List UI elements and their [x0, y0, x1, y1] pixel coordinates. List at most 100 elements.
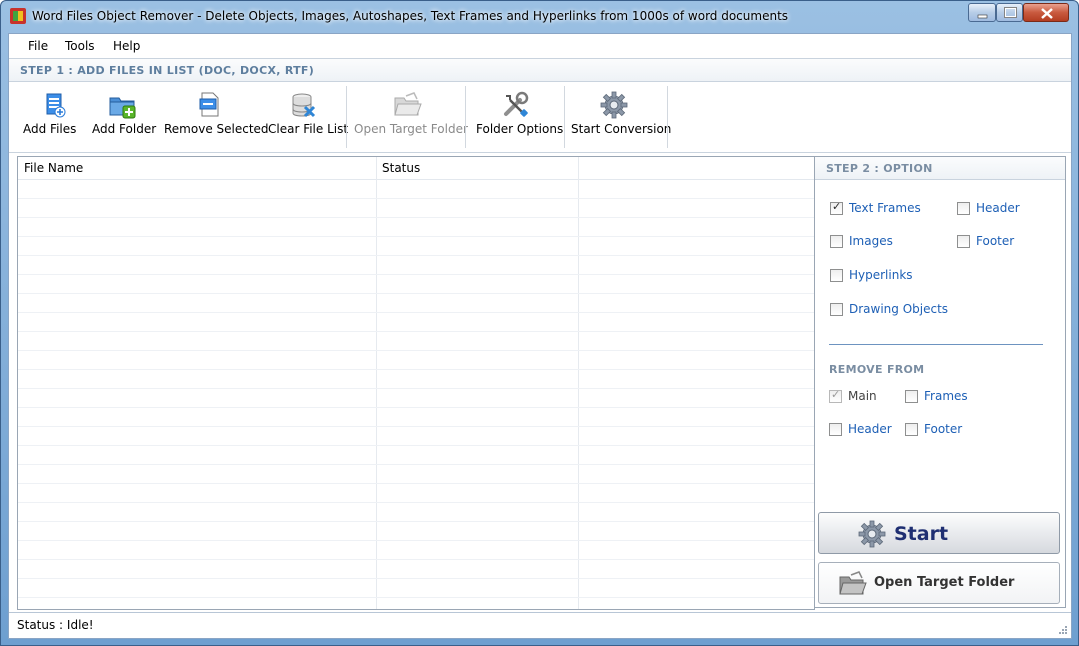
toolbar-separator — [346, 86, 347, 148]
grid-row-line — [18, 350, 814, 351]
start-button[interactable]: Start — [818, 512, 1060, 554]
remove-selected-button[interactable]: Remove Selected — [164, 86, 269, 144]
grid-row-line — [18, 369, 814, 370]
folder-options-label: Folder Options — [476, 122, 564, 136]
grid-row-line — [18, 540, 814, 541]
grid-row-line — [18, 502, 814, 503]
open-target-folder-button[interactable]: Open Target Folder — [354, 86, 468, 144]
grid-row-line — [18, 388, 814, 389]
open-target-folder-action-label: Open Target Folder — [874, 575, 1015, 590]
add-files-label: Add Files — [23, 122, 77, 136]
checkbox-box[interactable] — [905, 390, 918, 403]
menu-tools[interactable]: Tools — [65, 39, 95, 53]
checkbox-box[interactable] — [830, 303, 843, 316]
add-folder-button[interactable]: Add Folder — [92, 86, 157, 144]
add-files-icon — [46, 93, 66, 118]
open-target-folder-action-button[interactable]: Open Target Folder — [818, 562, 1060, 604]
file-list-grid[interactable]: File Name Status — [17, 156, 815, 610]
title-bar[interactable]: Word Files Object Remover - Delete Objec… — [1, 1, 1078, 33]
checkbox-box[interactable] — [957, 235, 970, 248]
checkbox-box[interactable] — [829, 423, 842, 436]
checkbox-label: Main — [848, 389, 877, 403]
toolbar-separator — [465, 86, 466, 148]
checkbox-label: Text Frames — [849, 201, 921, 215]
folder-options-button[interactable]: Folder Options — [476, 86, 563, 144]
resize-grip-icon[interactable] — [1057, 624, 1067, 634]
remove-document-icon — [199, 92, 219, 117]
add-files-button[interactable]: Add Files — [23, 86, 85, 144]
remove-from-label: REMOVE FROM — [829, 363, 925, 376]
grid-row-line — [18, 426, 814, 427]
remove-selected-label: Remove Selected — [164, 122, 269, 136]
toolbar-separator — [564, 86, 565, 148]
checkbox-box[interactable] — [830, 269, 843, 282]
close-icon — [1041, 8, 1053, 19]
folder-add-icon — [109, 97, 136, 119]
checkbox-box[interactable] — [830, 200, 843, 215]
toolbar-separator — [667, 86, 668, 148]
column-divider — [376, 157, 377, 609]
toolbar: Add Files Add Folder Remove Selected Cle… — [9, 82, 1071, 153]
grid-row-line — [18, 293, 814, 294]
maximize-icon — [1004, 7, 1017, 18]
start-conversion-label: Start Conversion — [571, 122, 672, 136]
checkbox-box[interactable] — [829, 388, 842, 403]
checkbox-label: Header — [976, 201, 1020, 215]
step1-label: STEP 1 : ADD FILES IN LIST (DOC, DOCX, R… — [20, 64, 315, 77]
checkbox-label: Footer — [976, 234, 1015, 248]
checkbox-label: Footer — [924, 422, 963, 436]
open-target-folder-label: Open Target Folder — [354, 122, 468, 136]
checkbox-label: Images — [849, 234, 893, 248]
grid-row-line — [18, 331, 814, 332]
grid-row-line — [18, 578, 814, 579]
grid-row-line — [18, 597, 814, 598]
start-conversion-button[interactable]: Start Conversion — [571, 86, 671, 144]
section-divider — [829, 344, 1043, 345]
column-header-file-name[interactable]: File Name — [24, 161, 83, 175]
grid-row-line — [18, 217, 814, 218]
checkbox-label: Hyperlinks — [849, 268, 913, 282]
checkbox-box[interactable] — [905, 423, 918, 436]
step2-label: STEP 2 : OPTION — [826, 162, 933, 175]
window-title: Word Files Object Remover - Delete Objec… — [32, 9, 789, 23]
menu-help[interactable]: Help — [113, 39, 140, 53]
checkbox-box[interactable] — [957, 202, 970, 215]
grid-row-line — [18, 559, 814, 560]
grid-row-line — [18, 445, 814, 446]
grid-header: File Name Status — [18, 157, 814, 180]
clear-file-list-button[interactable]: Clear File List — [268, 86, 348, 144]
grid-row-line — [18, 236, 814, 237]
tools-icon — [504, 91, 529, 117]
gear-icon — [858, 520, 886, 548]
grid-row-line — [18, 274, 814, 275]
app-window: Word Files Object Remover - Delete Objec… — [0, 0, 1079, 646]
close-button[interactable] — [1023, 3, 1069, 22]
grid-row-line — [18, 521, 814, 522]
minimize-button[interactable] — [968, 3, 996, 22]
maximize-button[interactable] — [996, 3, 1023, 22]
checkbox-box[interactable] — [830, 235, 843, 248]
step1-header: STEP 1 : ADD FILES IN LIST (DOC, DOCX, R… — [9, 59, 1071, 82]
gear-icon — [600, 91, 628, 119]
column-divider — [578, 157, 579, 609]
add-folder-label: Add Folder — [92, 122, 157, 136]
status-bar: Status : Idle! — [9, 612, 1071, 637]
menu-file[interactable]: File — [28, 39, 48, 53]
checkbox-label: Frames — [924, 389, 968, 403]
grid-row-line — [18, 198, 814, 199]
grid-row-line — [18, 255, 814, 256]
minimize-icon — [977, 14, 988, 19]
grid-row-line — [18, 464, 814, 465]
clear-list-icon — [292, 93, 316, 118]
open-folder-icon — [839, 571, 867, 595]
client-area: File Tools Help STEP 1 : ADD FILES IN LI… — [8, 33, 1072, 639]
checkbox-label: Header — [848, 422, 892, 436]
app-icon — [10, 8, 26, 24]
column-header-status[interactable]: Status — [382, 161, 420, 175]
grid-row-line — [18, 407, 814, 408]
start-label: Start — [894, 523, 949, 545]
menu-bar: File Tools Help — [9, 34, 1071, 59]
open-folder-icon — [394, 92, 422, 116]
status-text: Status : Idle! — [17, 618, 94, 632]
step2-header: STEP 2 : OPTION — [815, 157, 1065, 180]
